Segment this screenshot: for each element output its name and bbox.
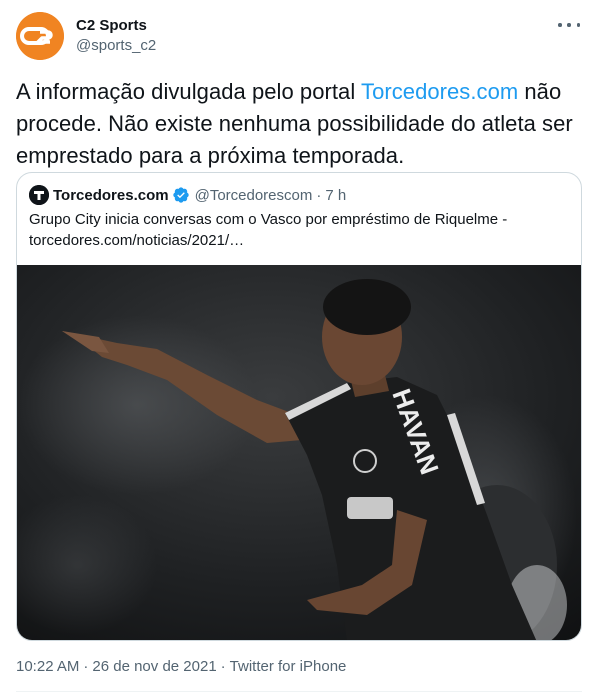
quoted-display-name: Torcedores.com [53,186,169,204]
author-info: C2 Sports @sports_c2 [76,16,156,56]
soccer-player-photo: HAVAN [17,265,581,640]
avatar[interactable] [16,12,64,60]
quoted-tweet-header: Torcedores.com @Torcedorescom · 7 h [29,185,346,205]
tweet-source[interactable]: Twitter for iPhone [230,658,347,675]
c2-logo-icon [16,12,64,60]
meta-separator: · [220,658,226,675]
divider [16,691,582,692]
meta-separator: · [83,658,89,675]
torcedores-logo-icon [29,185,49,205]
author-handle[interactable]: @sports_c2 [76,36,156,56]
quoted-separator: · [316,186,322,204]
tweet-date[interactable]: 26 de nov de 2021 [92,658,216,675]
author-display-name[interactable]: C2 Sports [76,16,156,36]
quoted-tweet[interactable]: Torcedores.com @Torcedorescom · 7 h Grup… [16,172,582,641]
tweet-text: A informação divulgada pelo portal Torce… [16,79,573,168]
tweet-time[interactable]: 10:22 AM [16,658,79,675]
quoted-text: Grupo City inicia conversas com o Vasco … [29,211,508,249]
tweet-meta: 10:22 AM · 26 de nov de 2021 · Twitter for i… [16,657,346,677]
quoted-image[interactable]: HAVAN [17,265,581,640]
quoted-handle: @Torcedorescom [194,186,313,204]
tweet: C2 Sports @sports_c2 A informação divulg… [0,0,598,699]
tweet-link[interactable]: Torcedores.com [361,79,518,104]
quoted-time[interactable]: 7 h [325,187,346,204]
more-icon[interactable] [558,15,580,35]
verified-badge-icon [172,187,189,203]
quoted-avatar [29,185,49,205]
